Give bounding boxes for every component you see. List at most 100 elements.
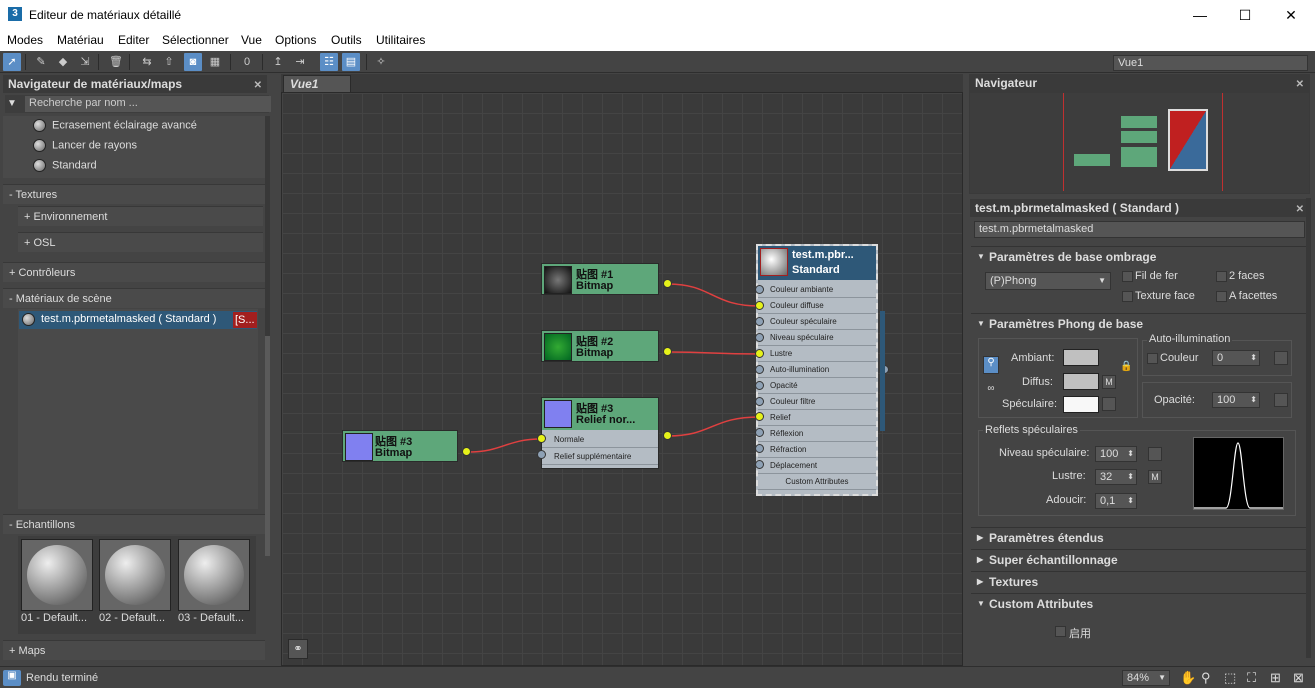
params-scrollbar[interactable] [1306, 198, 1311, 658]
output-port[interactable] [663, 279, 672, 288]
magic-wand-icon[interactable]: ✧ [372, 53, 390, 71]
close-icon[interactable]: ✕ [254, 77, 262, 95]
list-item[interactable]: Standard [33, 159, 97, 172]
material-name-field[interactable]: test.m.pbrmetalmasked [974, 221, 1305, 238]
pan-hand-icon[interactable]: ✋ [1180, 670, 1196, 686]
input-port[interactable] [755, 285, 764, 294]
input-port[interactable] [755, 381, 764, 390]
input-port[interactable] [537, 450, 546, 459]
scene-item[interactable]: test.m.pbrmetalmasked ( Standard ) [S... [19, 311, 257, 329]
environment-section[interactable]: + Environnement [18, 206, 263, 226]
view-select[interactable]: Vue1 [1113, 55, 1308, 71]
search-input[interactable]: Recherche par nom ... [25, 96, 271, 112]
input-port[interactable] [755, 301, 764, 310]
menu-options[interactable]: Options [275, 33, 316, 47]
show-shaded-icon[interactable]: ◙ [184, 53, 202, 71]
slot-normale[interactable]: Normale [542, 432, 658, 448]
self-illum-map-button[interactable] [1274, 351, 1288, 365]
binoculars-icon[interactable]: ⚭ [288, 639, 308, 659]
textures-section[interactable]: - Textures [3, 184, 265, 204]
input-port[interactable] [537, 434, 546, 443]
input-port[interactable] [755, 333, 764, 342]
node-map2[interactable]: 贴图 #2 Bitmap [541, 330, 659, 362]
slot-opacite[interactable]: Opacité [758, 378, 876, 394]
textures-section-header[interactable]: ▶ Textures [971, 571, 1306, 591]
input-port[interactable] [755, 428, 764, 437]
material-id-icon[interactable]: 0 [238, 53, 256, 71]
supersampling-section-header[interactable]: ▶ Super échantillonnage [971, 549, 1306, 569]
enable-checkbox[interactable] [1055, 626, 1066, 637]
soften-spinner[interactable]: 0,1 ⬍ [1095, 493, 1137, 509]
menu-selectionner[interactable]: Sélectionner [162, 33, 229, 47]
menu-utilitaires[interactable]: Utilitaires [376, 33, 425, 47]
slot-niveau-speculaire[interactable]: Niveau spéculaire [758, 330, 876, 346]
zoom-region-icon[interactable]: ⬚ [1224, 670, 1236, 686]
tab-vue1[interactable]: Vue1 [283, 75, 351, 92]
node-material[interactable]: test.m.pbr... Standard Couleur ambiante … [756, 244, 878, 496]
samples-section[interactable]: - Echantillons [3, 514, 265, 534]
controllers-section[interactable]: + Contrôleurs [3, 262, 265, 282]
spec-level-spinner[interactable]: 100 ⬍ [1095, 446, 1137, 462]
custom-attributes-section-header[interactable]: ▼ Custom Attributes [971, 593, 1306, 613]
menu-editer[interactable]: Editer [118, 33, 149, 47]
slot-couleur-speculaire[interactable]: Couleur spéculaire [758, 314, 876, 330]
list-item[interactable]: Lancer de rayons [33, 139, 137, 152]
sample-slot[interactable]: 03 - Default... [178, 539, 252, 629]
layout-all-icon[interactable]: ☷ [320, 53, 338, 71]
input-port[interactable] [755, 444, 764, 453]
put-material-icon[interactable]: ◆ [54, 53, 72, 71]
phong-section-header[interactable]: ▼ Paramètres Phong de base [971, 313, 1306, 333]
osl-section[interactable]: + OSL [18, 232, 263, 252]
menu-materiau[interactable]: Matériau [57, 33, 104, 47]
zoom-extents-icon[interactable]: ⛶ [1247, 670, 1256, 686]
input-port[interactable] [755, 397, 764, 406]
input-port[interactable] [755, 349, 764, 358]
slot-auto-illumination[interactable]: Auto-illumination [758, 362, 876, 378]
specular-swatch[interactable] [1063, 396, 1099, 413]
node-map3-bitmap[interactable]: 贴图 #3 Bitmap [342, 430, 458, 462]
output-port[interactable] [462, 447, 471, 456]
shader-dropdown[interactable]: (P)Phong ▼ [985, 272, 1111, 290]
close-icon[interactable]: ✕ [1296, 201, 1304, 219]
move-children-icon[interactable]: ⇆ [138, 53, 156, 71]
input-port[interactable] [755, 317, 764, 326]
lock-icon[interactable]: 🔒 [1120, 361, 1132, 373]
layout-children-icon[interactable]: ▤ [342, 53, 360, 71]
close-icon[interactable]: ✕ [1296, 76, 1304, 94]
show-background-icon[interactable]: ▦ [206, 53, 224, 71]
slot-relief[interactable]: Relief [758, 410, 876, 426]
ambient-swatch[interactable] [1063, 349, 1099, 366]
self-illum-spinner[interactable]: 0 ⬍ [1212, 350, 1260, 366]
link-icon[interactable]: ∞ [983, 383, 999, 399]
eyedropper-icon[interactable]: ✎ [32, 53, 50, 71]
zoom-all-icon[interactable]: ⊠ [1293, 670, 1304, 686]
spec-level-map-button[interactable] [1148, 447, 1162, 461]
diffuse-map-button[interactable]: M [1102, 375, 1116, 389]
slot-couleur-filtre[interactable]: Couleur filtre [758, 394, 876, 410]
face-map-checkbox[interactable] [1122, 291, 1133, 302]
maximize-button[interactable]: ☐ [1222, 0, 1268, 30]
lock-link-icon[interactable]: ⚲ [983, 356, 999, 374]
menu-outils[interactable]: Outils [331, 33, 362, 47]
diffuse-swatch[interactable] [1063, 373, 1099, 390]
navigator-view[interactable] [970, 93, 1309, 193]
list-item[interactable]: Ecrasement éclairage avancé [33, 119, 197, 132]
extended-section-header[interactable]: ▶ Paramètres étendus [971, 527, 1306, 547]
slot-reflexion[interactable]: Réflexion [758, 426, 876, 442]
slot-deplacement[interactable]: Déplacement [758, 458, 876, 474]
opacity-map-button[interactable] [1274, 393, 1288, 407]
browser-scrollbar[interactable] [265, 116, 270, 556]
close-button[interactable]: ✕ [1268, 0, 1314, 30]
sample-slot[interactable]: 02 - Default... [99, 539, 173, 629]
node-map1[interactable]: 贴图 #1 Bitmap [541, 263, 659, 295]
sample-slot[interactable]: 01 - Default... [21, 539, 95, 629]
dropdown-arrow-icon[interactable]: ▼ [7, 98, 17, 109]
wire-checkbox[interactable] [1122, 271, 1133, 282]
gloss-map-button[interactable]: M [1148, 470, 1162, 484]
slot-lustre[interactable]: Lustre [758, 346, 876, 362]
menu-modes[interactable]: Modes [7, 33, 43, 47]
slot-custom-attributes[interactable]: Custom Attributes [758, 474, 876, 490]
specular-map-button[interactable] [1102, 397, 1116, 411]
go-parent-icon[interactable]: ↥ [269, 53, 287, 71]
assign-material-icon[interactable]: ⇲ [76, 53, 94, 71]
